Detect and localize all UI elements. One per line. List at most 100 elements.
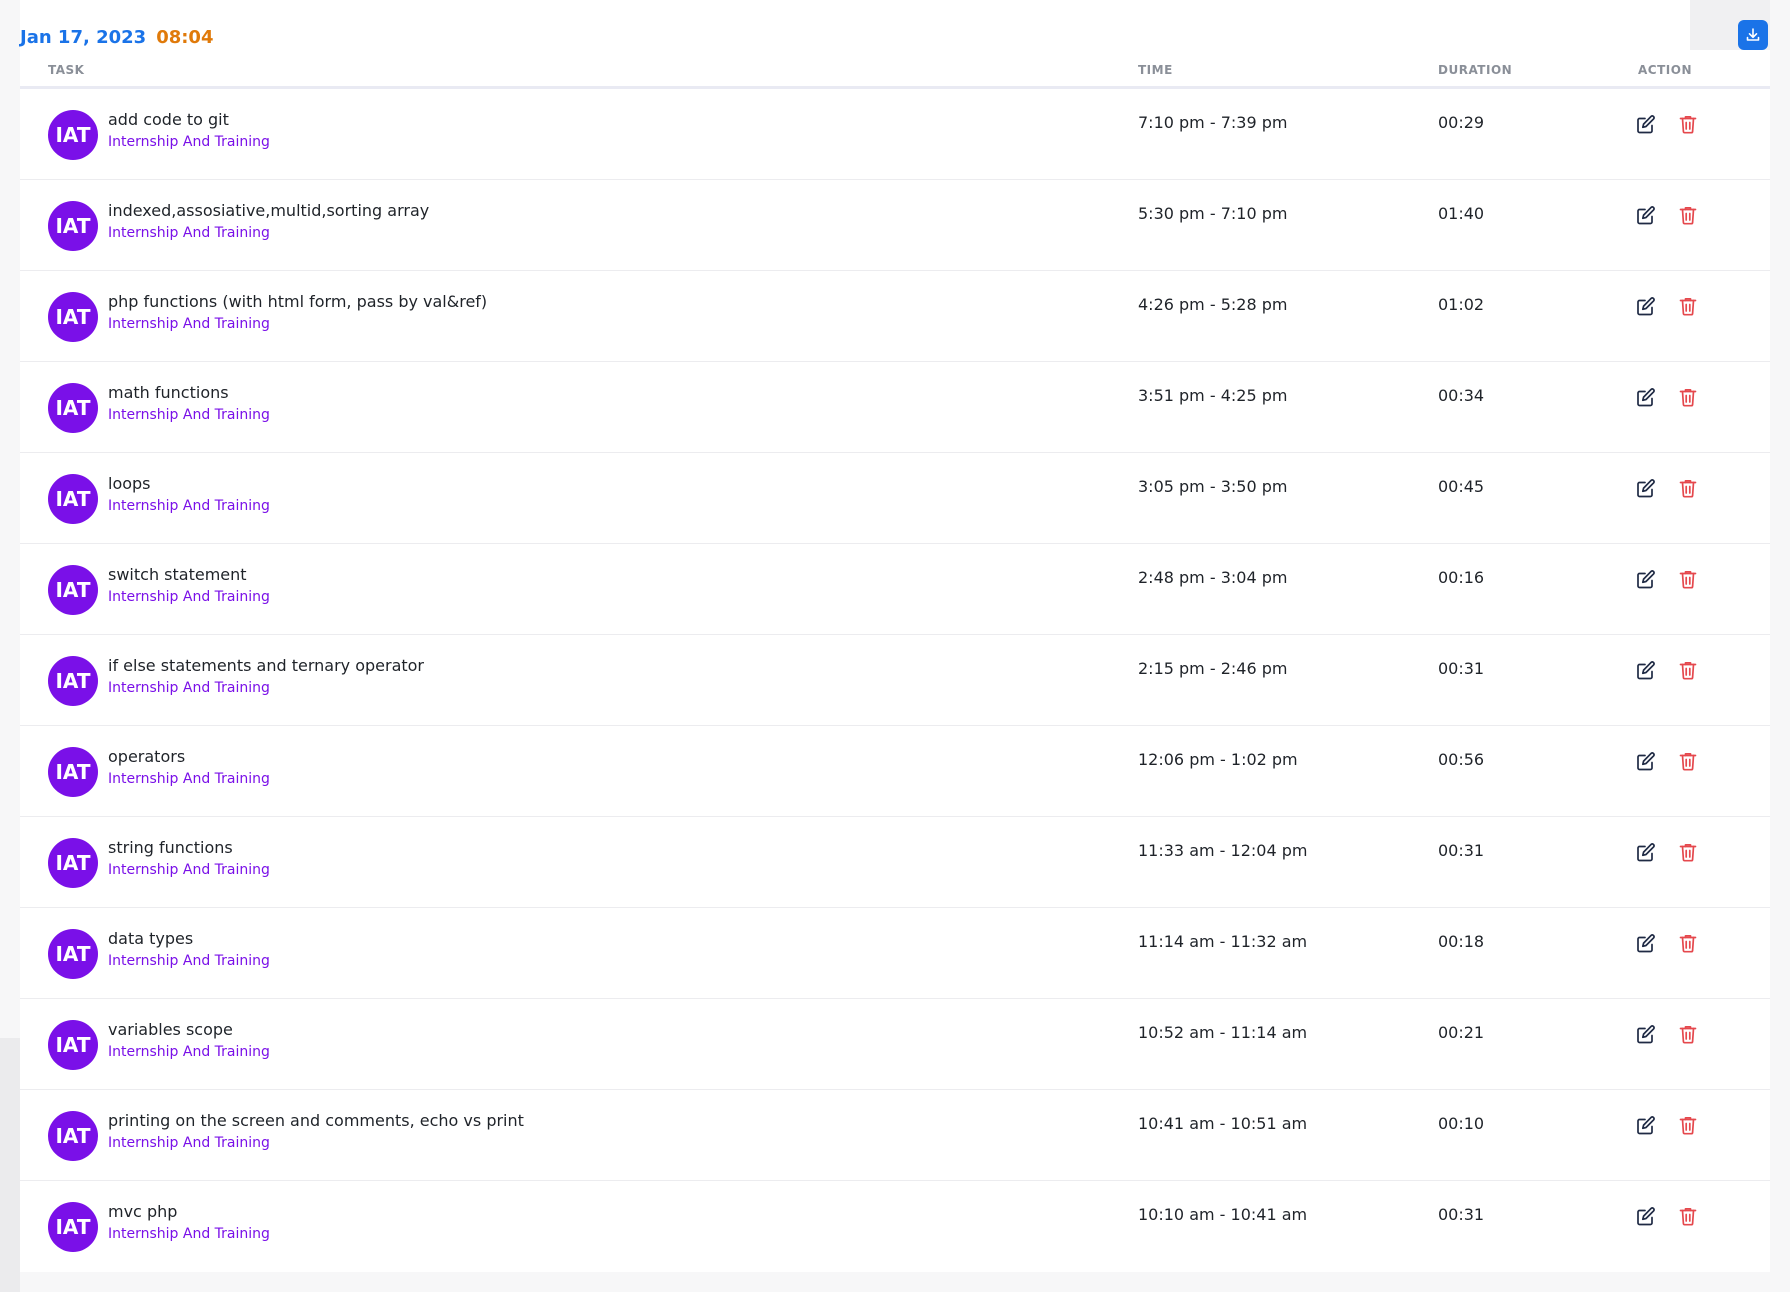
trash-icon — [1679, 297, 1697, 316]
delete-button[interactable] — [1674, 1202, 1702, 1230]
edit-icon — [1637, 1025, 1655, 1044]
table-row: IAT loops Internship And Training 3:05 p… — [20, 453, 1770, 544]
task-duration: 01:02 — [1438, 295, 1485, 314]
time-range: 10:52 am - 11:14 am — [1138, 1023, 1308, 1042]
task-name: variables scope — [108, 1020, 233, 1039]
edit-icon — [1637, 1207, 1655, 1226]
edit-button[interactable] — [1632, 656, 1660, 684]
project-link[interactable]: Internship And Training — [108, 1135, 270, 1151]
edit-icon — [1637, 661, 1655, 680]
table-row: IAT switch statement Internship And Trai… — [20, 544, 1770, 635]
table-row: IAT variables scope Internship And Train… — [20, 999, 1770, 1090]
project-avatar: IAT — [48, 292, 98, 342]
trash-icon — [1679, 1116, 1697, 1135]
delete-button[interactable] — [1674, 747, 1702, 775]
download-area — [1690, 0, 1770, 50]
delete-button[interactable] — [1674, 201, 1702, 229]
edit-button[interactable] — [1632, 474, 1660, 502]
task-name: loops — [108, 474, 151, 493]
task-duration: 00:21 — [1438, 1023, 1485, 1042]
trash-icon — [1679, 1207, 1697, 1226]
task-duration: 00:10 — [1438, 1114, 1485, 1133]
project-link[interactable]: Internship And Training — [108, 1226, 270, 1242]
trash-icon — [1679, 843, 1697, 862]
project-avatar: IAT — [48, 1111, 98, 1161]
project-link[interactable]: Internship And Training — [108, 953, 270, 969]
project-avatar: IAT — [48, 1020, 98, 1070]
delete-button[interactable] — [1674, 110, 1702, 138]
trash-icon — [1679, 934, 1697, 953]
project-link[interactable]: Internship And Training — [108, 498, 270, 514]
background-strip — [0, 1038, 20, 1292]
delete-button[interactable] — [1674, 1111, 1702, 1139]
task-duration: 00:45 — [1438, 477, 1485, 496]
task-name: switch statement — [108, 565, 247, 584]
table-row: IAT indexed,assosiative,multid,sorting a… — [20, 180, 1770, 271]
column-header-duration: DURATION — [1438, 63, 1513, 77]
project-link[interactable]: Internship And Training — [108, 134, 270, 150]
delete-button[interactable] — [1674, 838, 1702, 866]
column-header-task: TASK — [48, 63, 85, 77]
delete-button[interactable] — [1674, 292, 1702, 320]
project-link[interactable]: Internship And Training — [108, 1044, 270, 1060]
delete-button[interactable] — [1674, 929, 1702, 957]
task-duration: 00:34 — [1438, 386, 1485, 405]
task-name: math functions — [108, 383, 229, 402]
task-name: mvc php — [108, 1202, 178, 1221]
edit-icon — [1637, 206, 1655, 225]
delete-button[interactable] — [1674, 565, 1702, 593]
task-name: operators — [108, 747, 186, 766]
edit-button[interactable] — [1632, 201, 1660, 229]
edit-button[interactable] — [1632, 838, 1660, 866]
time-log-panel: Jan 17, 2023 08:04 TASK TIME DURATION AC… — [20, 0, 1770, 1272]
edit-icon — [1637, 115, 1655, 134]
edit-button[interactable] — [1632, 1111, 1660, 1139]
column-header-time: TIME — [1138, 63, 1173, 77]
project-avatar: IAT — [48, 747, 98, 797]
edit-button[interactable] — [1632, 1020, 1660, 1048]
edit-button[interactable] — [1632, 110, 1660, 138]
table-row: IAT math functions Internship And Traini… — [20, 362, 1770, 453]
download-button[interactable] — [1738, 20, 1768, 50]
task-duration: 01:40 — [1438, 204, 1485, 223]
task-name: add code to git — [108, 110, 229, 129]
time-range: 3:51 pm - 4:25 pm — [1138, 386, 1288, 405]
edit-button[interactable] — [1632, 292, 1660, 320]
delete-button[interactable] — [1674, 474, 1702, 502]
table-row: IAT add code to git Internship And Train… — [20, 89, 1770, 180]
time-range: 4:26 pm - 5:28 pm — [1138, 295, 1288, 314]
delete-button[interactable] — [1674, 1020, 1702, 1048]
edit-icon — [1637, 752, 1655, 771]
trash-icon — [1679, 570, 1697, 589]
edit-button[interactable] — [1632, 383, 1660, 411]
task-duration: 00:16 — [1438, 568, 1485, 587]
time-range: 5:30 pm - 7:10 pm — [1138, 204, 1288, 223]
project-avatar: IAT — [48, 838, 98, 888]
project-avatar: IAT — [48, 383, 98, 433]
task-duration: 00:29 — [1438, 113, 1485, 132]
project-avatar: IAT — [48, 656, 98, 706]
delete-button[interactable] — [1674, 656, 1702, 684]
project-link[interactable]: Internship And Training — [108, 862, 270, 878]
project-link[interactable]: Internship And Training — [108, 771, 270, 787]
task-duration: 00:18 — [1438, 932, 1485, 951]
time-range: 3:05 pm - 3:50 pm — [1138, 477, 1288, 496]
project-link[interactable]: Internship And Training — [108, 589, 270, 605]
delete-button[interactable] — [1674, 383, 1702, 411]
edit-button[interactable] — [1632, 929, 1660, 957]
edit-icon — [1637, 388, 1655, 407]
edit-icon — [1637, 297, 1655, 316]
trash-icon — [1679, 752, 1697, 771]
edit-button[interactable] — [1632, 565, 1660, 593]
time-range: 2:15 pm - 2:46 pm — [1138, 659, 1288, 678]
project-link[interactable]: Internship And Training — [108, 680, 270, 696]
edit-button[interactable] — [1632, 1202, 1660, 1230]
project-link[interactable]: Internship And Training — [108, 225, 270, 241]
project-avatar: IAT — [48, 1202, 98, 1252]
project-link[interactable]: Internship And Training — [108, 316, 270, 332]
project-avatar: IAT — [48, 565, 98, 615]
edit-button[interactable] — [1632, 747, 1660, 775]
table-row: IAT data types Internship And Training 1… — [20, 908, 1770, 999]
download-icon — [1746, 28, 1760, 41]
project-link[interactable]: Internship And Training — [108, 407, 270, 423]
